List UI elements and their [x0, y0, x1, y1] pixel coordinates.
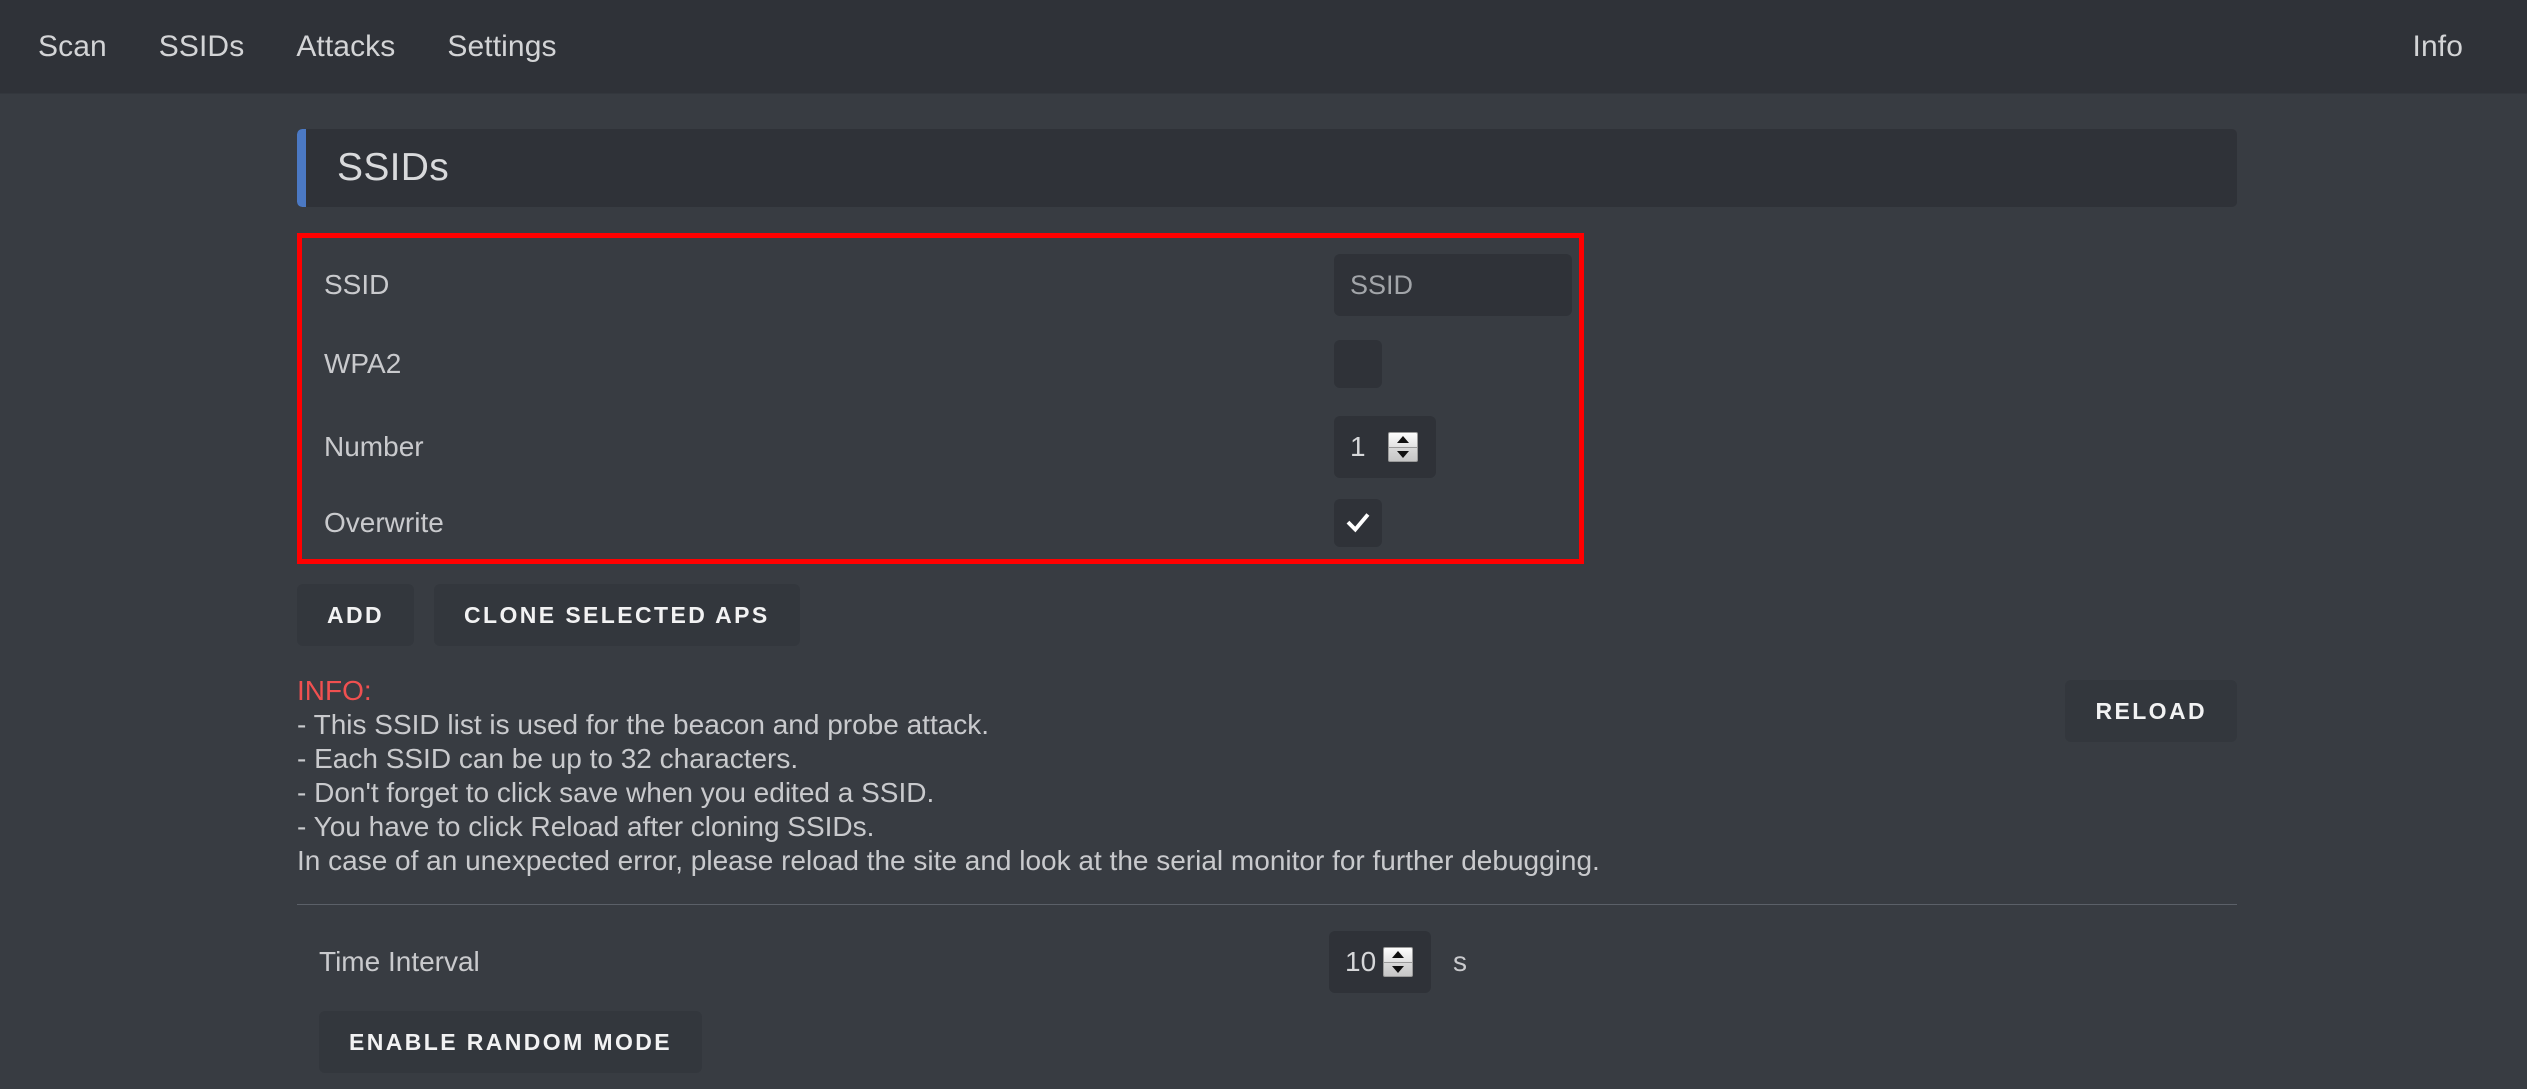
wpa2-checkbox[interactable] — [1334, 340, 1382, 388]
time-interval-label: Time Interval — [319, 946, 480, 977]
checkmark-icon — [1346, 513, 1370, 533]
ssid-label: SSID — [324, 269, 390, 300]
info-title: INFO: — [297, 675, 372, 706]
number-control: 1 — [1334, 416, 1579, 478]
info-line: - Each SSID can be up to 32 characters. — [297, 743, 799, 774]
form-row-overwrite: Overwrite — [302, 495, 1579, 551]
reload-button[interactable]: RELOAD — [2065, 680, 2237, 742]
time-interval-value: 10 — [1345, 946, 1377, 977]
time-interval-control: 10 s — [1329, 931, 2237, 993]
nav-primary-group: Scan SSIDs Attacks Settings — [38, 20, 583, 74]
page-title-card: SSIDs — [297, 129, 2237, 207]
number-value: 1 — [1350, 431, 1366, 462]
number-input[interactable]: 1 — [1334, 416, 1436, 478]
nav-item-attacks[interactable]: Attacks — [270, 20, 421, 74]
wpa2-label: WPA2 — [324, 348, 402, 379]
section-divider — [297, 904, 2237, 905]
nav-item-ssids[interactable]: SSIDs — [133, 20, 271, 74]
overwrite-control — [1334, 499, 1579, 547]
ssid-form-highlight-region: SSID WPA2 Number — [297, 233, 1584, 564]
nav-item-info[interactable]: Info — [2413, 20, 2489, 74]
info-line: - You have to click Reload after cloning… — [297, 811, 875, 842]
random-mode-button-row: ENABLE RANDOM MODE — [297, 1011, 2237, 1073]
ssid-control — [1334, 254, 1579, 316]
reload-button-holder: RELOAD — [2065, 680, 2237, 742]
top-navigation-bar: Scan SSIDs Attacks Settings Info — [0, 0, 2527, 94]
overwrite-checkbox[interactable] — [1334, 499, 1382, 547]
form-row-time-interval: Time Interval 10 s — [297, 931, 2237, 993]
wpa2-control — [1334, 340, 1579, 388]
info-block: INFO: - This SSID list is used for the b… — [297, 674, 2237, 878]
nav-item-settings[interactable]: Settings — [421, 20, 582, 74]
info-line: - This SSID list is used for the beacon … — [297, 709, 990, 740]
time-interval-input[interactable]: 10 — [1329, 931, 1431, 993]
clone-selected-aps-button[interactable]: CLONE SELECTED APS — [434, 584, 800, 646]
info-line: - Don't forget to click save when you ed… — [297, 777, 935, 808]
number-label: Number — [324, 431, 424, 462]
nav-secondary-group: Info — [2413, 20, 2489, 74]
nav-item-scan[interactable]: Scan — [38, 20, 133, 74]
add-button[interactable]: ADD — [297, 584, 415, 646]
spinner-down-half[interactable] — [1389, 448, 1417, 462]
page-title: SSIDs — [337, 146, 450, 189]
ssid-input[interactable] — [1334, 254, 1572, 316]
title-accent-bar — [297, 129, 306, 207]
time-interval-unit: s — [1453, 946, 1467, 977]
info-line: In case of an unexpected error, please r… — [297, 845, 1600, 876]
page-content: SSIDs SSID WPA2 N — [0, 129, 2527, 1073]
spinner-down-half[interactable] — [1384, 963, 1412, 977]
form-action-buttons: ADD CLONE SELECTED APS — [297, 584, 2237, 646]
content-column: SSIDs SSID WPA2 N — [297, 129, 2237, 1073]
enable-random-mode-button[interactable]: ENABLE RANDOM MODE — [319, 1011, 703, 1073]
form-row-ssid: SSID — [302, 254, 1579, 316]
form-row-wpa2: WPA2 — [302, 336, 1579, 392]
overwrite-label: Overwrite — [324, 507, 444, 538]
number-spinner-icon[interactable] — [1388, 432, 1418, 462]
spinner-up-half[interactable] — [1384, 948, 1412, 963]
spinner-up-half[interactable] — [1389, 433, 1417, 448]
time-interval-spinner-icon[interactable] — [1383, 947, 1413, 977]
form-row-number: Number 1 — [302, 416, 1579, 478]
